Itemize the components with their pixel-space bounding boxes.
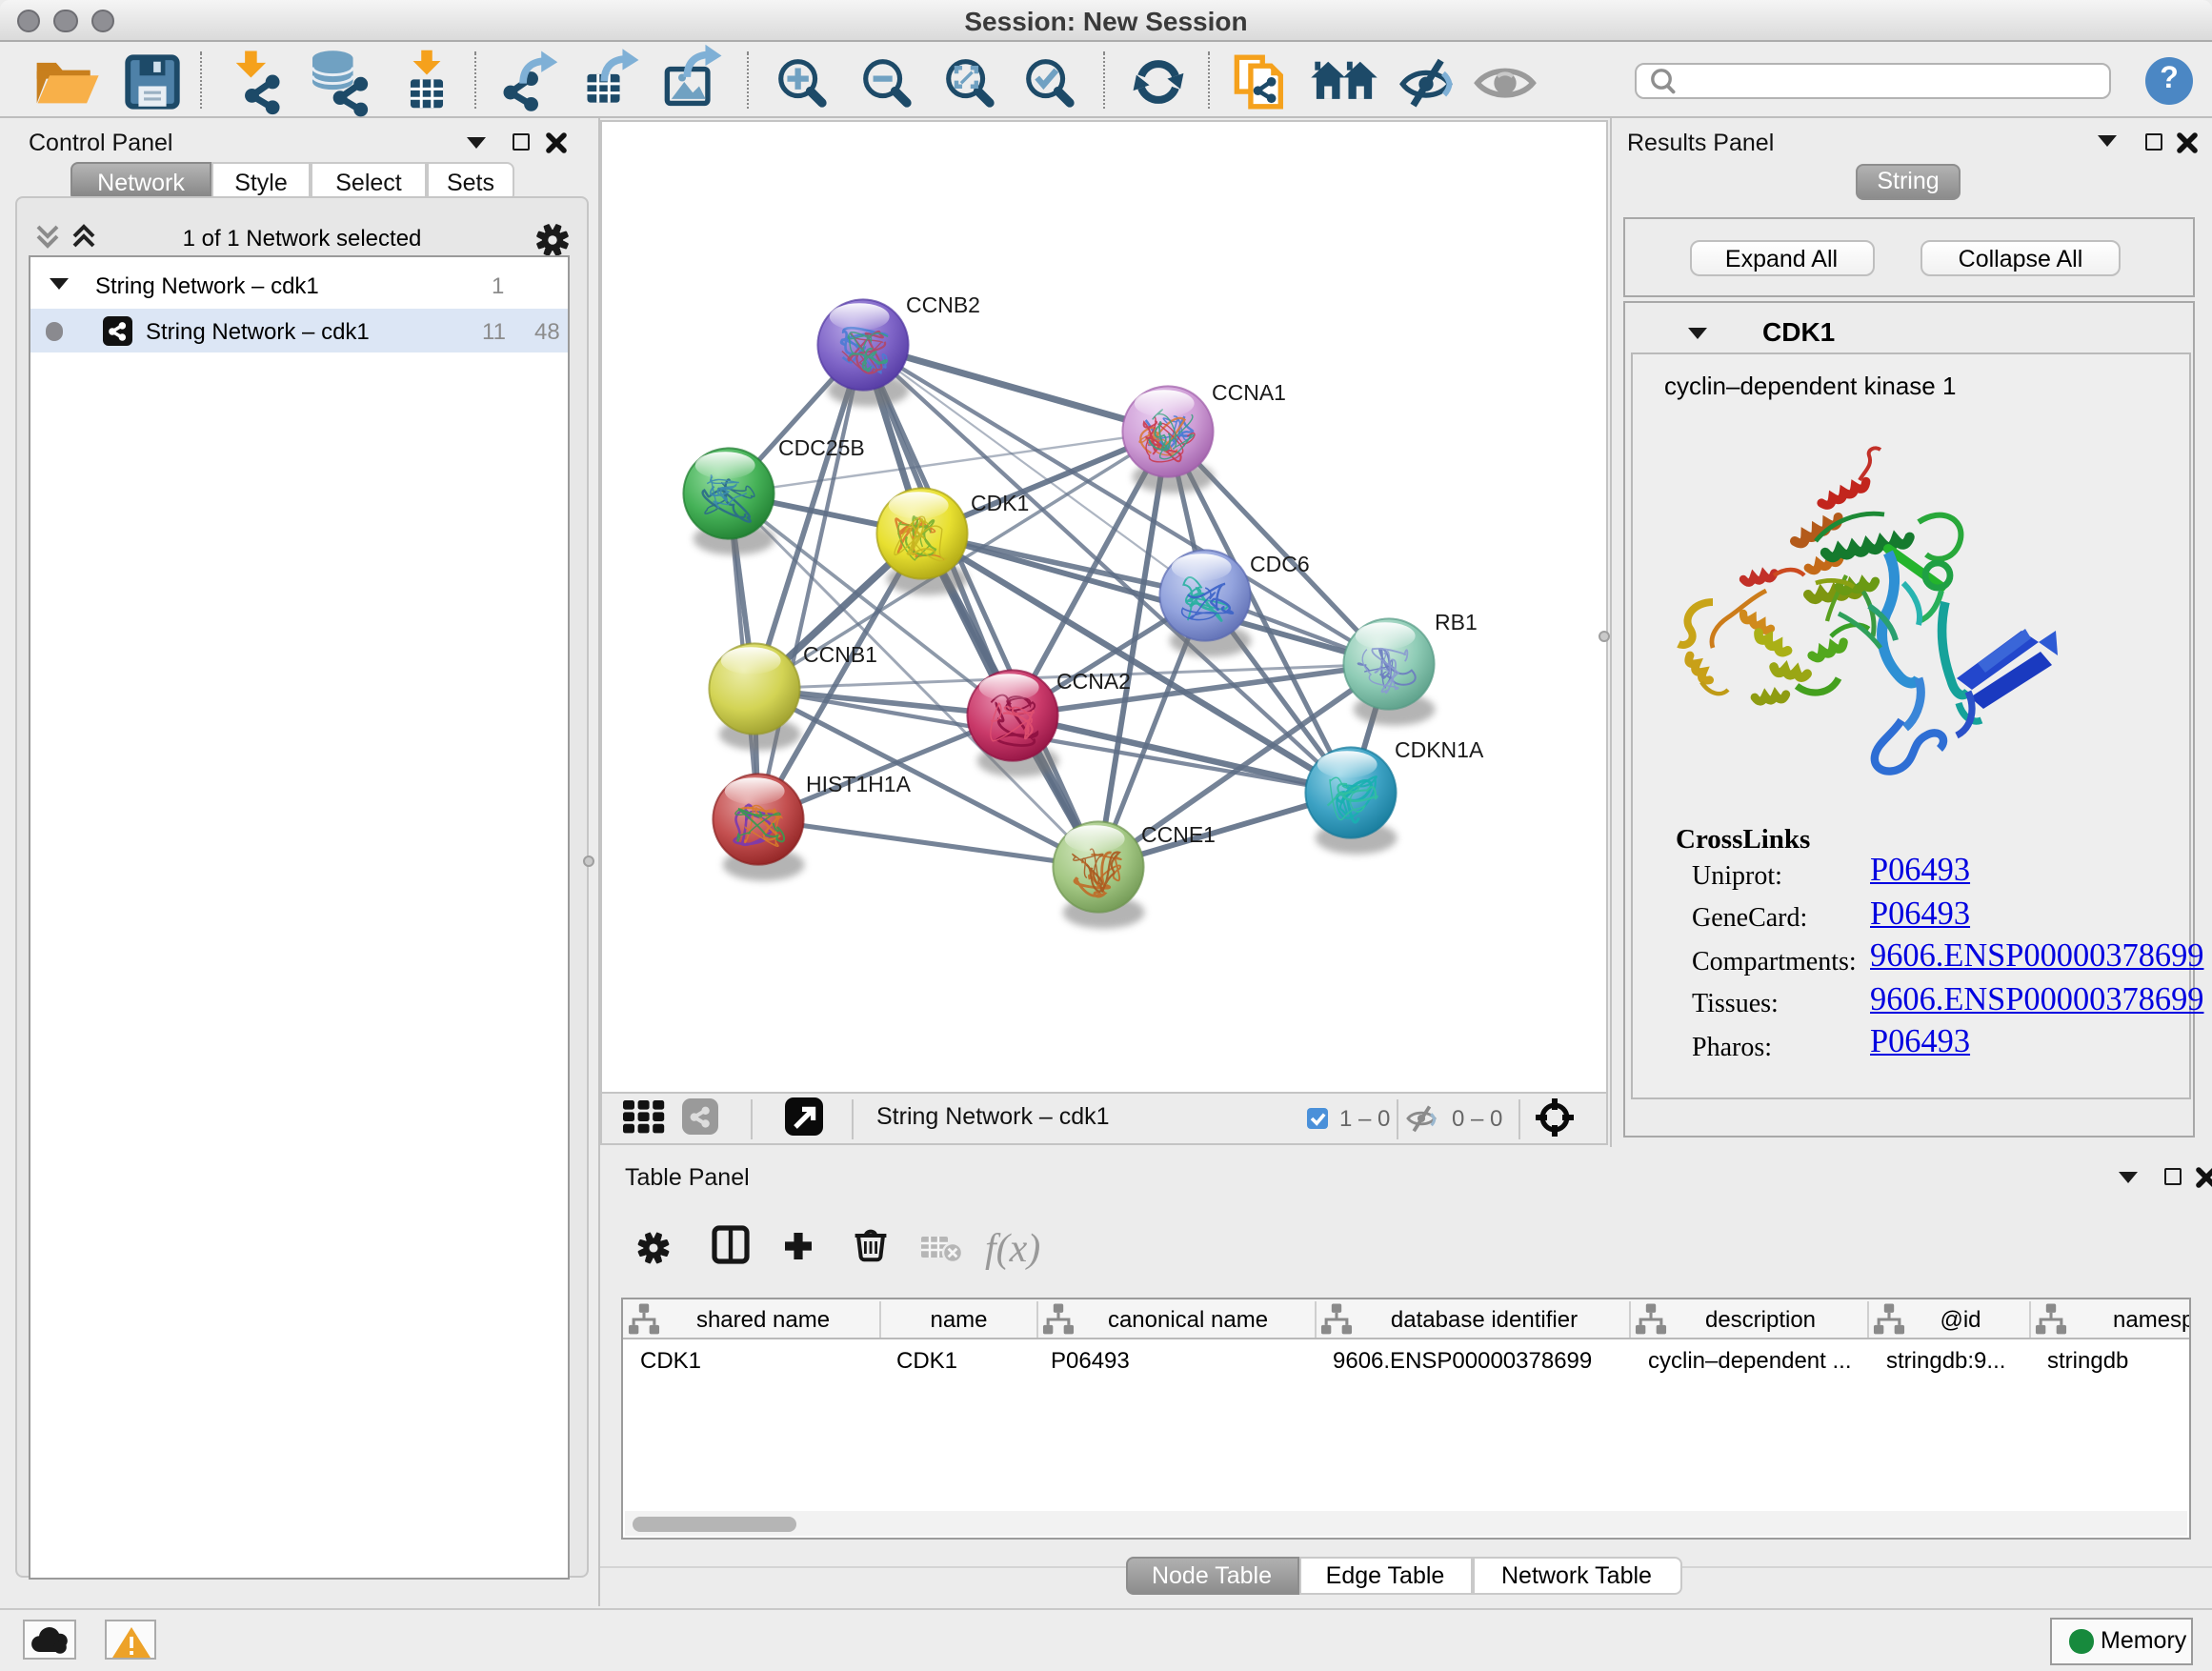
svg-text:name: name <box>929 1307 986 1333</box>
svg-text:database identifier: database identifier <box>1390 1307 1577 1333</box>
svg-text:CCNA1: CCNA1 <box>1212 379 1286 404</box>
svg-text:CCNB1: CCNB1 <box>803 641 877 666</box>
svg-text:CDC25B: CDC25B <box>778 434 865 459</box>
svg-text:shared name: shared name <box>695 1307 829 1333</box>
svg-text:description: description <box>1704 1307 1815 1333</box>
svg-text:@id: @id <box>1939 1307 1980 1333</box>
svg-text:CCNE1: CCNE1 <box>1141 821 1216 846</box>
svg-text:RB1: RB1 <box>1435 609 1478 634</box>
svg-text:CDK1: CDK1 <box>971 490 1029 514</box>
svg-text:f(x): f(x) <box>985 1227 1040 1271</box>
svg-text:CDKN1A: CDKN1A <box>1395 736 1484 761</box>
svg-text:HIST1H1A: HIST1H1A <box>806 771 912 795</box>
svg-text:namespace: namespace <box>2112 1307 2188 1333</box>
svg-text:canonical name: canonical name <box>1107 1307 1267 1333</box>
svg-text:CCNA2: CCNA2 <box>1056 668 1131 693</box>
svg-text:CCNB2: CCNB2 <box>906 292 980 316</box>
svg-text:CDC6: CDC6 <box>1250 551 1310 575</box>
